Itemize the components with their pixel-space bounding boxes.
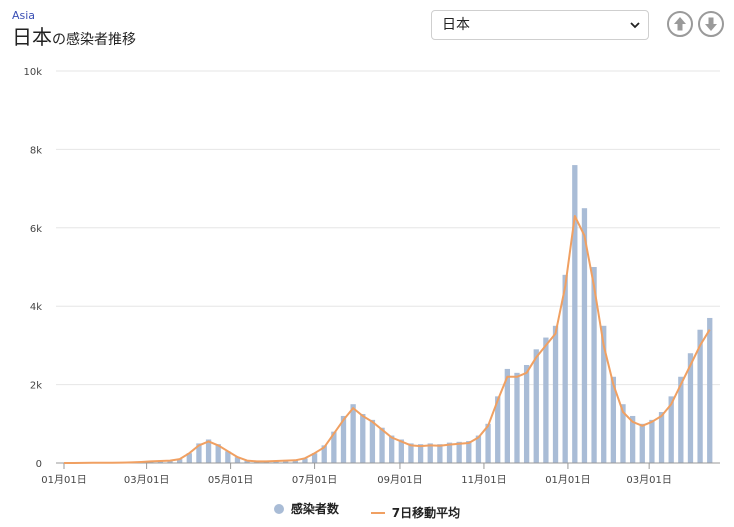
bar bbox=[466, 441, 472, 463]
legend: 感染者数 7日移動平均 bbox=[0, 500, 734, 521]
x-tick-label: 05月01日 bbox=[208, 474, 253, 486]
bar bbox=[379, 427, 385, 463]
bar bbox=[485, 423, 491, 463]
bar bbox=[437, 444, 443, 463]
bar bbox=[562, 274, 568, 463]
bar bbox=[649, 419, 655, 463]
x-tick-label: 11月01日 bbox=[461, 474, 506, 486]
chart: 0 2k 4k 6k 8k 10k 01月01日 03月01日 05月01日 07月01日 09月0… bbox=[23, 67, 720, 486]
x-tick-label: 01月01日 bbox=[41, 474, 86, 486]
bar bbox=[639, 423, 645, 463]
bar bbox=[658, 412, 665, 463]
legend-swatch-cases bbox=[273, 503, 284, 514]
bar bbox=[552, 325, 559, 463]
x-tick-label: 01月01日 bbox=[545, 474, 590, 486]
bar bbox=[389, 435, 395, 463]
legend-label-cases: 感染者数 bbox=[290, 502, 339, 516]
bar bbox=[514, 372, 520, 463]
bar bbox=[350, 404, 356, 463]
y-tick-label: 6k bbox=[30, 224, 42, 235]
y-tick-label: 10k bbox=[23, 67, 42, 78]
x-tick-label: 03月01日 bbox=[124, 474, 169, 486]
bar bbox=[543, 337, 549, 463]
bar bbox=[369, 419, 376, 463]
bar bbox=[533, 349, 539, 463]
y-tick-label: 8k bbox=[30, 145, 42, 156]
y-tick-label: 4k bbox=[30, 302, 42, 313]
legend-item-moving-average[interactable]: 7日移動平均 bbox=[370, 504, 461, 521]
y-tick-label: 0 bbox=[36, 459, 42, 470]
x-tick-label: 07月01日 bbox=[292, 474, 337, 486]
legend-swatch-moving-average bbox=[370, 511, 385, 514]
bar bbox=[572, 165, 578, 463]
x-tick-label: 09月01日 bbox=[377, 474, 422, 486]
y-tick-label: 2k bbox=[30, 381, 42, 392]
legend-item-cases[interactable]: 感染者数 bbox=[273, 500, 339, 517]
bar bbox=[360, 414, 366, 463]
legend-label-moving-average: 7日移動平均 bbox=[391, 506, 461, 520]
bar bbox=[456, 441, 462, 463]
bar bbox=[707, 317, 713, 463]
bar bbox=[523, 365, 530, 463]
x-tick-label: 03月01日 bbox=[626, 474, 671, 486]
